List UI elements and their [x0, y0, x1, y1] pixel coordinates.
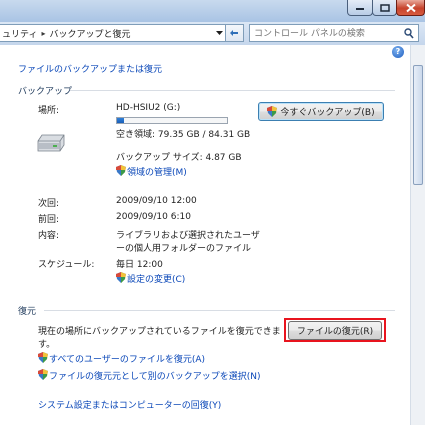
last-backup-label: 前回: [38, 215, 60, 225]
contents-line-1: ライブラリおよび選択されたユーザ [116, 231, 260, 241]
address-bar: ュリティ ▸ バックアップと復元 [0, 22, 425, 45]
shield-icon [267, 106, 278, 117]
minimize-button[interactable] [347, 0, 373, 16]
schedule-label: スケジュール: [38, 260, 95, 270]
breadcrumb-item-security[interactable]: ュリティ [2, 27, 37, 40]
restore-description-line-1: 現在の場所にバックアップされているファイルを復元できま [38, 327, 281, 337]
contents-line-2: ーの個人用フォルダーのファイル [116, 244, 252, 254]
drive-name: HD-HSIU2 (G:) [116, 103, 181, 113]
restore-section-heading: 復元 [18, 307, 37, 317]
drive-usage-bar [116, 117, 228, 124]
schedule-value: 毎日 12:00 [116, 260, 163, 270]
restore-files-button[interactable]: ファイルの復元(R) [288, 321, 382, 340]
chevron-down-icon [216, 30, 223, 35]
shield-icon [116, 272, 126, 283]
shield-icon [116, 165, 126, 176]
close-button[interactable] [396, 0, 425, 16]
restore-all-users-link[interactable]: すべてのユーザーのファイルを復元(A) [49, 352, 205, 365]
maximize-button[interactable] [372, 0, 397, 16]
scrollbar-thumb[interactable] [413, 65, 423, 185]
maximize-icon [379, 3, 390, 12]
breadcrumb-separator-icon: ▸ [41, 28, 46, 38]
shield-icon [38, 352, 48, 363]
backup-size-text: バックアップ サイズ: 4.87 GB [116, 153, 242, 163]
help-icon[interactable]: ? [392, 46, 404, 58]
search-icon[interactable] [404, 28, 414, 39]
restore-files-label: ファイルの復元(R) [296, 327, 374, 337]
recover-system-link[interactable]: システム設定またはコンピューターの回復(Y) [38, 398, 221, 411]
close-icon [405, 3, 416, 12]
select-other-backup-link[interactable]: ファイルの復元元として別のバックアップを選択(N) [49, 369, 261, 382]
address-dropdown-button[interactable] [214, 25, 225, 41]
backup-section-divider [70, 90, 395, 91]
backup-now-button[interactable]: 今すぐバックアップ(B) [258, 102, 384, 121]
restore-description-line-2: す。 [38, 340, 56, 350]
backup-section-heading: バックアップ [18, 87, 73, 97]
minimize-icon [356, 7, 364, 10]
drive-usage-fill [117, 118, 124, 123]
location-label: 場所: [38, 106, 60, 116]
search-box[interactable] [249, 24, 419, 42]
refresh-button[interactable] [226, 24, 244, 42]
last-backup-value: 2009/09/10 6:10 [116, 212, 191, 222]
next-backup-value: 2009/09/10 12:00 [116, 196, 197, 206]
backup-now-label: 今すぐバックアップ(B) [280, 108, 375, 118]
title-bar [0, 0, 425, 22]
vertical-scrollbar[interactable] [410, 45, 425, 425]
manage-space-link[interactable]: 領域の管理(M) [127, 165, 187, 178]
search-input[interactable] [254, 26, 394, 41]
refresh-icon [230, 30, 238, 36]
next-backup-label: 次回: [38, 199, 60, 209]
breadcrumb[interactable]: ュリティ ▸ バックアップと復元 [0, 24, 226, 42]
contents-label: 内容: [38, 231, 60, 241]
change-settings-link[interactable]: 設定の変更(C) [127, 272, 185, 285]
drive-icon [36, 133, 66, 156]
breadcrumb-item-backup-restore[interactable]: バックアップと復元 [49, 27, 130, 40]
shield-icon [38, 369, 48, 380]
backup-or-restore-link[interactable]: ファイルのバックアップまたは復元 [18, 62, 162, 75]
free-space-text: 空き領域: 79.35 GB / 84.31 GB [116, 130, 251, 140]
restore-section-divider [44, 310, 395, 311]
